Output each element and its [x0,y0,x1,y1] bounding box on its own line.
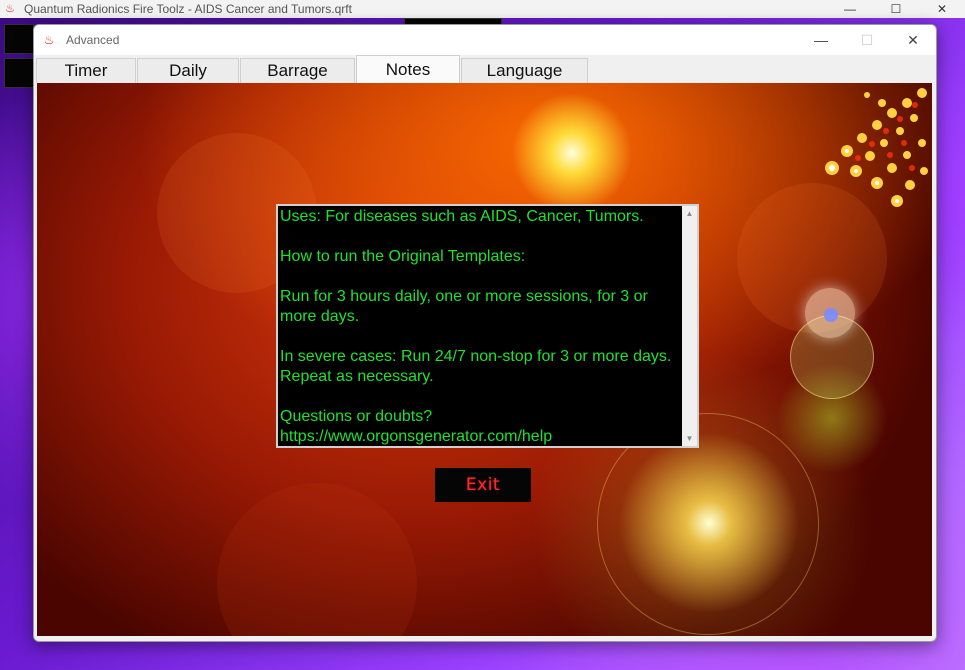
parent-close-button[interactable]: ✕ [919,0,965,18]
background-bokeh [805,288,855,338]
scroll-up-arrow-icon[interactable]: ▲ [682,206,697,221]
dialog-close-button[interactable]: ✕ [890,25,936,55]
notes-text[interactable]: Uses: For diseases such as AIDS, Cancer,… [278,206,683,446]
dialog-maximize-button: ☐ [860,31,874,48]
dialog-window-controls: — ☐ ✕ [798,25,936,55]
dialog-minimize-button[interactable]: — [798,25,844,55]
tab-bar: Timer Daily Barrage Notes Language [34,55,936,83]
parent-panel [4,58,34,88]
background-bokeh [824,308,838,322]
tab-timer[interactable]: Timer [36,58,136,83]
flame-icon: ♨ [43,33,55,47]
tab-language[interactable]: Language [461,58,588,83]
background-bokeh [217,483,417,636]
exit-button[interactable]: Exit [435,468,531,502]
parent-window-controls: — ☐ ✕ [827,0,965,18]
parent-minimize-button[interactable]: — [827,0,873,18]
parent-window-titlebar: ♨ Quantum Radionics Fire Toolz - AIDS Ca… [0,0,965,18]
tab-notes[interactable]: Notes [356,55,460,83]
background-bokeh [790,315,874,399]
tab-daily[interactable]: Daily [137,58,239,83]
notes-scrollbar[interactable]: ▲ ▼ [682,206,697,446]
scroll-down-arrow-icon[interactable]: ▼ [682,431,697,446]
notes-textbox[interactable]: Uses: For diseases such as AIDS, Cancer,… [276,204,699,448]
background-bokeh [737,183,887,333]
dialog-titlebar: ♨ Advanced — ☐ ✕ [34,25,936,55]
notes-tab-panel: Uses: For diseases such as AIDS, Cancer,… [37,83,932,636]
parent-window-title: Quantum Radionics Fire Toolz - AIDS Canc… [24,2,352,16]
flame-icon: ♨ [5,3,15,15]
tab-barrage[interactable]: Barrage [240,58,355,83]
parent-maximize-button[interactable]: ☐ [873,0,919,18]
fractal-decoration [825,88,928,207]
advanced-dialog: ♨ Advanced — ☐ ✕ Timer Daily Barrage Not… [33,24,937,642]
dialog-title: Advanced [66,33,120,47]
parent-panel [4,24,34,54]
